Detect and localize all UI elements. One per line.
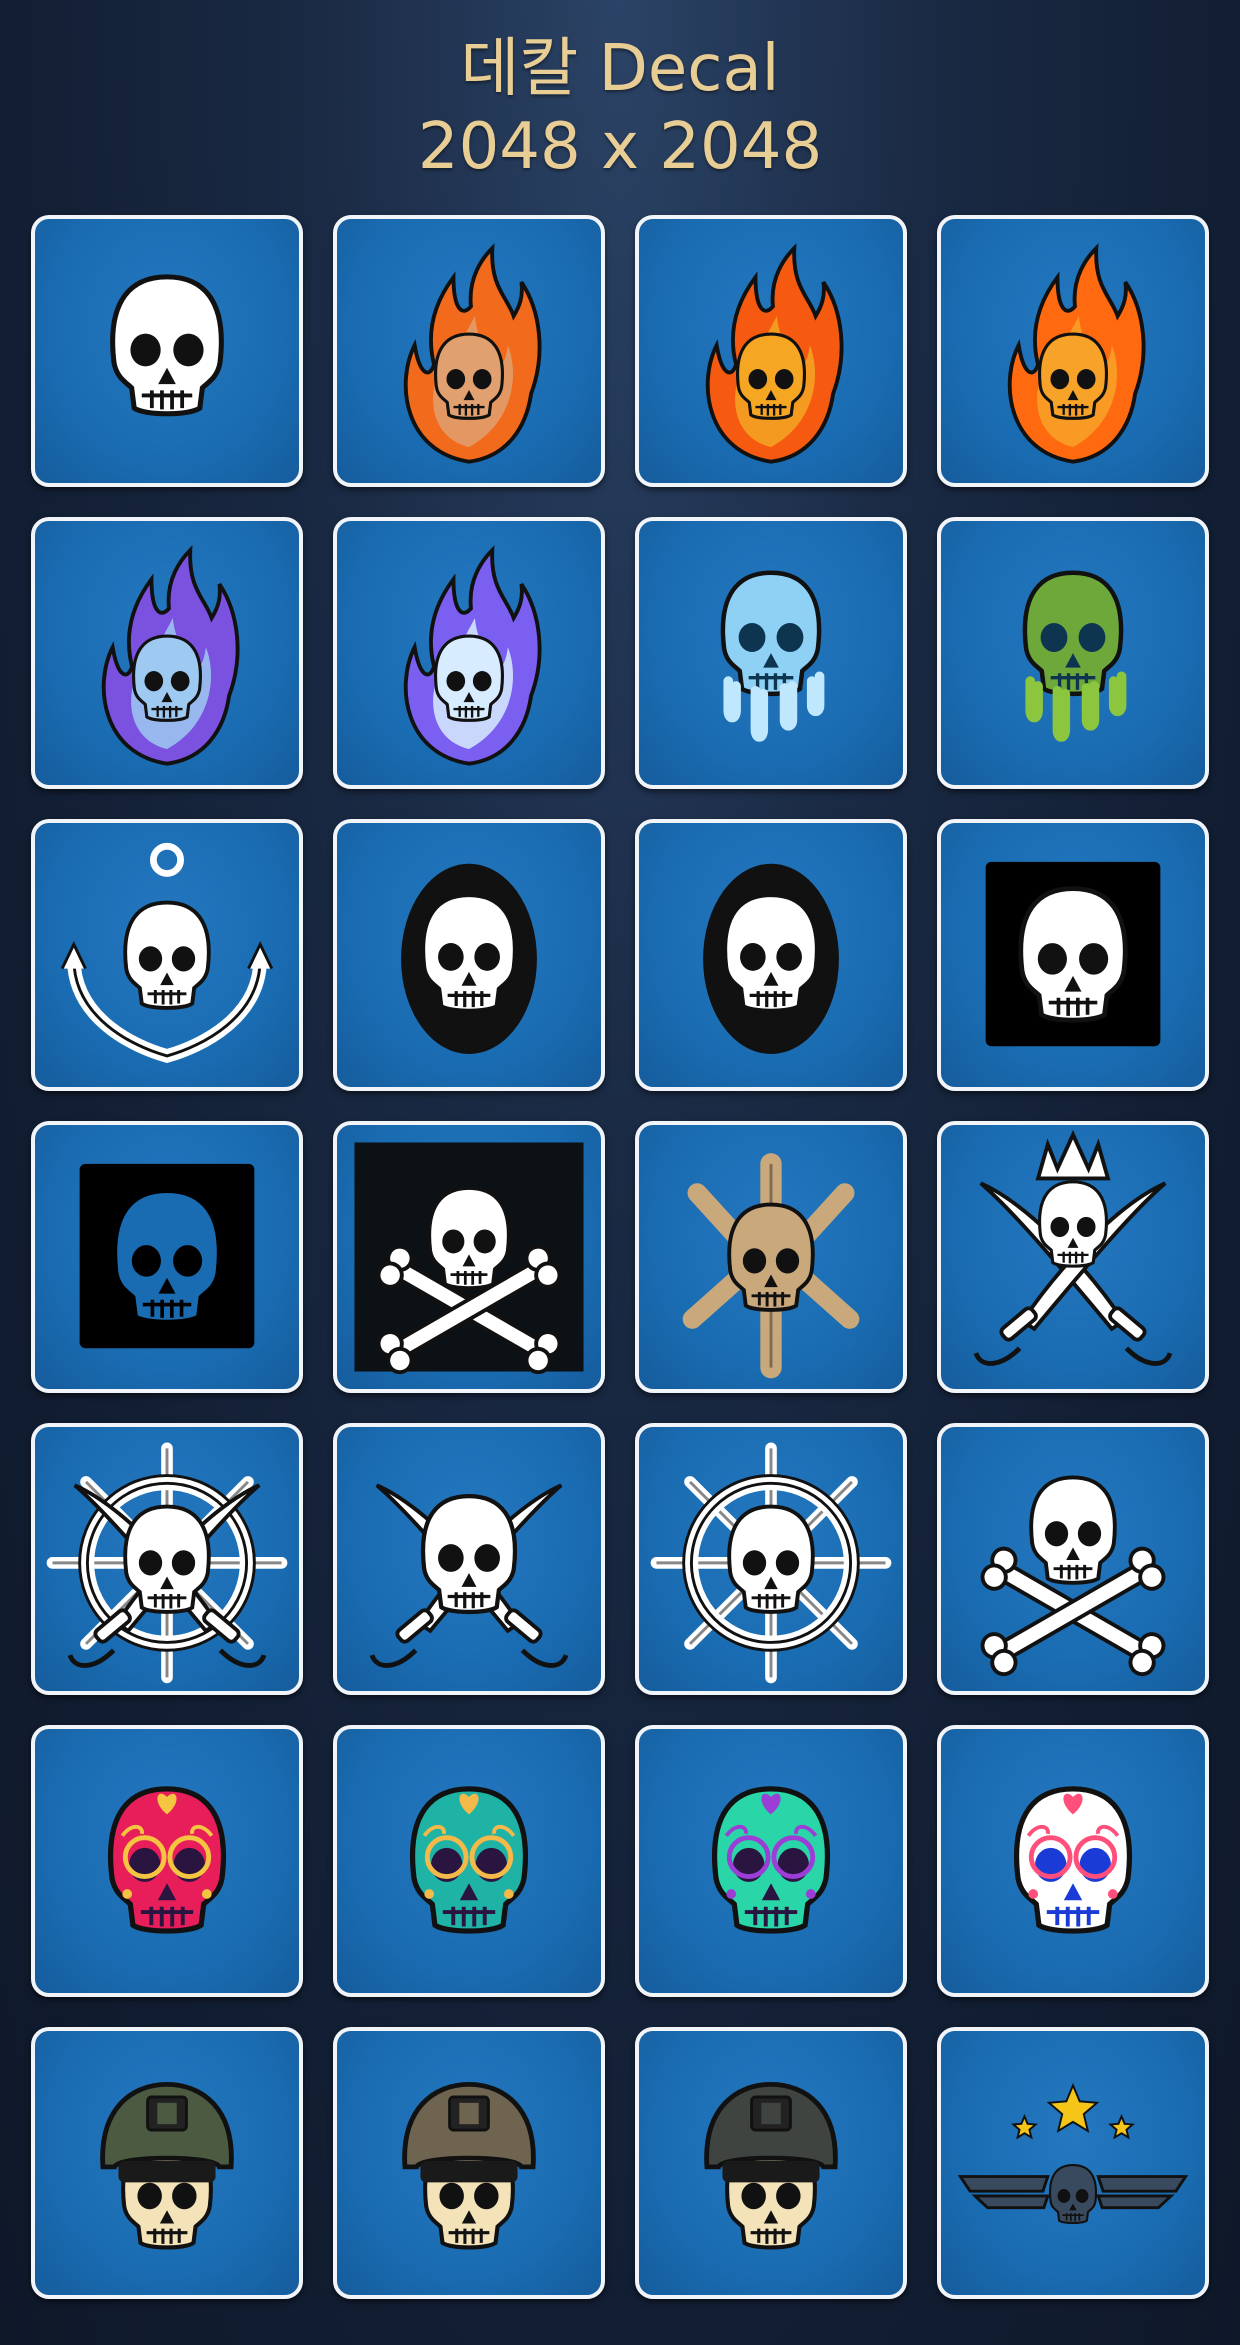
decal-tile-15[interactable] <box>635 1121 907 1393</box>
decal-tile-21[interactable] <box>31 1725 303 1997</box>
decal-tile-7[interactable] <box>635 517 907 789</box>
skull-silhouette-square-icon <box>79 1163 255 1349</box>
decal-tile-28[interactable] <box>937 2027 1209 2299</box>
purple-flame-skull-icon <box>101 545 240 766</box>
fire-skull-icon <box>1007 243 1146 464</box>
decal-tile-26[interactable] <box>333 2027 605 2299</box>
neon-sugar-skull-icon <box>712 1786 830 1934</box>
crowned-skull-swords-icon <box>973 1130 1173 1366</box>
skull-crossbones-icon <box>980 1475 1166 1677</box>
green-slime-skull-icon <box>1022 570 1127 742</box>
grunge-skull-icon <box>703 863 839 1054</box>
decal-tile-9[interactable] <box>31 819 303 1091</box>
resolution-label: 2048 x 2048 <box>417 110 823 184</box>
flaming-screaming-skull-icon <box>403 243 542 464</box>
decal-tile-24[interactable] <box>937 1725 1209 1997</box>
decal-tile-2[interactable] <box>333 215 605 487</box>
jolly-roger-flag-icon <box>354 1142 584 1375</box>
winged-skull-stars-icon <box>957 2082 1189 2225</box>
ice-skull-icon <box>720 570 825 742</box>
decal-tile-25[interactable] <box>31 2027 303 2299</box>
purple-flame-skull-icon <box>403 545 542 766</box>
skull-black-square-icon <box>985 861 1161 1047</box>
decal-tile-6[interactable] <box>333 517 605 789</box>
decal-tile-3[interactable] <box>635 215 907 487</box>
decal-tile-8[interactable] <box>937 517 1209 789</box>
skull-ship-wheel-icon <box>650 1442 892 1684</box>
grunge-skull-icon <box>401 863 537 1054</box>
screaming-skull-icon <box>110 274 224 417</box>
anchor-skull-icon <box>60 842 274 1063</box>
decal-tile-22[interactable] <box>333 1725 605 1997</box>
decal-tile-18[interactable] <box>333 1423 605 1695</box>
skull-wheel-swords-icon <box>46 1442 288 1684</box>
fire-skull-icon <box>705 243 844 464</box>
military-helmet-skull-icon <box>704 2081 838 2250</box>
decal-tile-16[interactable] <box>937 1121 1209 1393</box>
decal-tile-14[interactable] <box>333 1121 605 1393</box>
white-sugar-skull-icon <box>1014 1786 1132 1934</box>
decal-tile-17[interactable] <box>31 1423 303 1695</box>
page-header: 데칼 Decal 2048 x 2048 <box>0 30 1240 186</box>
decal-tile-20[interactable] <box>937 1423 1209 1695</box>
spiked-helmet-skull-icon <box>682 1153 860 1379</box>
decal-tile-4[interactable] <box>937 215 1209 487</box>
decal-tile-1[interactable] <box>31 215 303 487</box>
decal-grid <box>31 215 1209 2299</box>
decal-tile-19[interactable] <box>635 1423 907 1695</box>
decal-tile-5[interactable] <box>31 517 303 789</box>
teal-sugar-skull-icon <box>410 1786 528 1934</box>
military-helmet-skull-icon <box>402 2081 536 2250</box>
decal-tile-10[interactable] <box>333 819 605 1091</box>
decal-tile-11[interactable] <box>635 819 907 1091</box>
decal-tile-27[interactable] <box>635 2027 907 2299</box>
military-helmet-skull-icon <box>100 2081 234 2250</box>
decal-tile-12[interactable] <box>937 819 1209 1091</box>
page-title: 데칼 Decal <box>460 32 780 106</box>
pink-sugar-skull-icon <box>108 1786 226 1934</box>
decal-tile-13[interactable] <box>31 1121 303 1393</box>
skull-crossed-swords-icon <box>369 1483 569 1668</box>
decal-tile-23[interactable] <box>635 1725 907 1997</box>
